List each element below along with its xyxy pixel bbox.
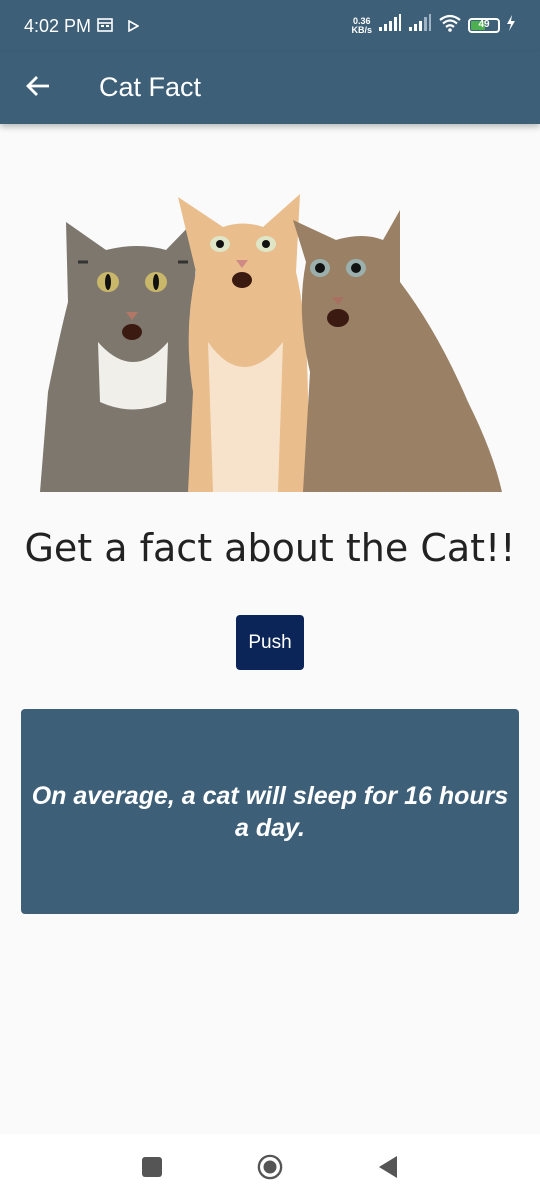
- page-title: Cat Fact: [99, 72, 202, 102]
- orange-cat: [178, 194, 309, 492]
- home-icon[interactable]: [257, 1154, 283, 1180]
- push-button[interactable]: Push: [236, 615, 304, 670]
- brown-cat: [293, 210, 502, 492]
- tabby-cat: [40, 217, 199, 492]
- calendar-icon: [97, 18, 113, 37]
- cats-image: [38, 192, 502, 492]
- signal-icon: [378, 14, 402, 37]
- app-bar: Cat Fact: [0, 52, 540, 124]
- signal-icon-2: [408, 14, 432, 37]
- system-nav-bar: [0, 1134, 540, 1200]
- play-icon: [127, 19, 140, 37]
- status-time: 4:02 PM: [24, 16, 92, 36]
- arrow-left-icon: [25, 75, 51, 102]
- fact-text: On average, a cat will sleep for 16 hour…: [31, 781, 509, 842]
- net-speed: 0.36 KB/s: [351, 15, 372, 35]
- headline: Get a fact about the Cat!!: [24, 526, 516, 570]
- battery-icon: 49: [468, 18, 500, 33]
- charging-icon: [506, 15, 516, 36]
- recents-icon[interactable]: [139, 1154, 165, 1180]
- fact-card: On average, a cat will sleep for 16 hour…: [21, 709, 519, 914]
- wifi-icon: [438, 14, 462, 37]
- status-bar: 4:02 PM 0.36 KB/s 49: [0, 0, 540, 52]
- back-button[interactable]: [20, 70, 56, 106]
- back-nav-icon[interactable]: [375, 1154, 401, 1180]
